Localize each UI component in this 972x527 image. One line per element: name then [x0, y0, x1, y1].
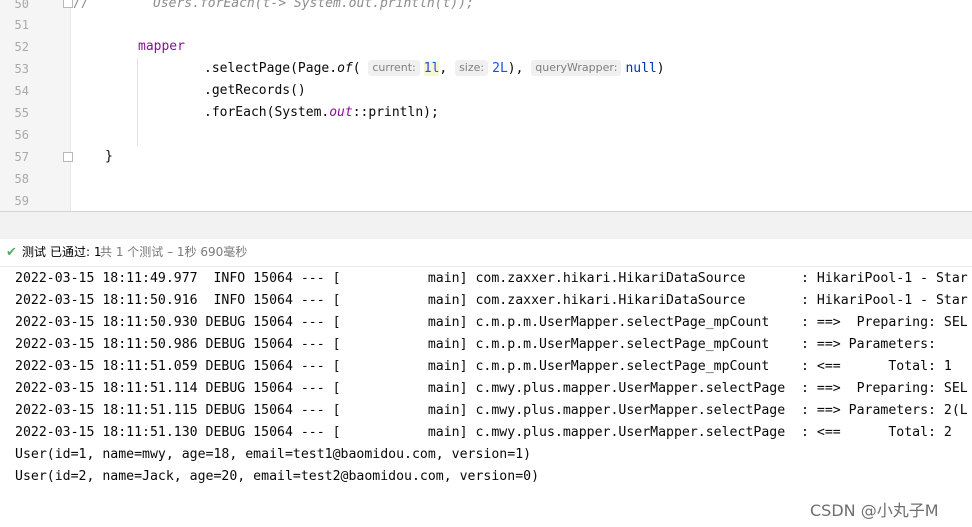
test-summary: 共 1 个测试 – 1秒 690毫秒	[100, 245, 248, 259]
watermark: CSDN @小丸子M	[810, 501, 939, 520]
line-number: 56	[14, 128, 29, 142]
check-icon: ✔	[6, 245, 17, 260]
code-segment: 2L	[492, 61, 508, 76]
code-line-59: 59	[0, 190, 972, 211]
line-number: 57	[14, 150, 29, 164]
line-number: 53	[14, 62, 29, 76]
code-segment: )	[656, 61, 665, 76]
line-number: 55	[14, 106, 29, 120]
code-segment: of	[337, 61, 353, 76]
line-number: 58	[14, 172, 29, 186]
code-line-56: 56	[0, 124, 972, 146]
code-line-51: 51	[0, 14, 972, 36]
console-line: 2022-03-15 18:11:51.115 DEBUG 15064 --- …	[15, 403, 968, 418]
console-line: 2022-03-15 18:11:51.059 DEBUG 15064 --- …	[15, 359, 952, 374]
code-line-57: 57 }	[0, 146, 972, 168]
console-output-line: User(id=1, name=mwy, age=18, email=test1…	[15, 447, 532, 462]
line-number: 59	[14, 194, 29, 208]
code-segment: .selectPage(Page.	[204, 61, 338, 76]
panel-splitter[interactable]	[0, 211, 972, 239]
code-segment: null	[625, 61, 657, 76]
test-status-bar: ✔ 测试 已通过: 1 共 1 个测试 – 1秒 690毫秒	[0, 239, 972, 267]
param-hint-current: current:	[368, 60, 420, 76]
code-text: .forEach(System.out::println);	[204, 102, 439, 124]
run-console[interactable]: 2022-03-15 18:11:49.977 INFO 15064 --- […	[0, 267, 972, 527]
code-segment: ,	[439, 61, 448, 76]
console-line: 2022-03-15 18:11:50.916 INFO 15064 --- […	[15, 293, 968, 308]
code-segment: out	[329, 105, 353, 120]
param-hint-size: size:	[455, 60, 489, 76]
code-line-52: 52 mapper	[0, 36, 972, 58]
console-line: 2022-03-15 18:11:50.986 DEBUG 15064 --- …	[15, 337, 944, 352]
line-number: 50	[14, 0, 29, 11]
console-line: 2022-03-15 18:11:51.114 DEBUG 15064 --- …	[15, 381, 968, 396]
fold-marker-icon[interactable]	[63, 152, 73, 162]
code-text: mapper	[138, 39, 185, 54]
code-line-54: 54 .getRecords()	[0, 80, 972, 102]
code-line-58: 58	[0, 168, 972, 190]
line-number: 51	[14, 18, 29, 32]
code-line-50: 50 // Users.forEach(t-> System.out.print…	[0, 0, 972, 15]
code-segment: 1l	[423, 61, 440, 76]
console-line: 2022-03-15 18:11:51.130 DEBUG 15064 --- …	[15, 425, 952, 440]
code-text: }	[105, 149, 113, 164]
code-editor[interactable]: 50 // Users.forEach(t-> System.out.print…	[0, 0, 972, 211]
code-line-55: 55 .forEach(System.out::println);	[0, 102, 972, 124]
code-text: .getRecords()	[204, 83, 306, 98]
console-line: 2022-03-15 18:11:49.977 INFO 15064 --- […	[15, 271, 968, 286]
code-line-53: 53 .selectPage(Page.of( current: 1l, size…	[0, 58, 972, 80]
code-segment: ::println);	[352, 105, 439, 120]
code-segment: .forEach(System.	[204, 105, 330, 120]
code-segment: (	[352, 61, 361, 76]
console-output-line: User(id=2, name=Jack, age=20, email=test…	[15, 469, 540, 484]
line-number: 52	[14, 40, 29, 54]
line-number: 54	[14, 84, 29, 98]
console-line: 2022-03-15 18:11:50.930 DEBUG 15064 --- …	[15, 315, 968, 330]
param-hint-query-wrapper: queryWrapper:	[531, 60, 622, 76]
comment-prefix: //	[73, 0, 89, 11]
test-title: 测试	[22, 245, 47, 259]
test-passed-status: 已通过: 1	[50, 245, 102, 259]
fold-marker-icon[interactable]	[63, 0, 73, 8]
code-text: .selectPage(Page.of( current: 1l, size: 2L…	[204, 58, 665, 80]
code-text: Users.forEach(t-> System.out.println(t))…	[153, 0, 474, 11]
code-segment: ),	[507, 61, 524, 76]
